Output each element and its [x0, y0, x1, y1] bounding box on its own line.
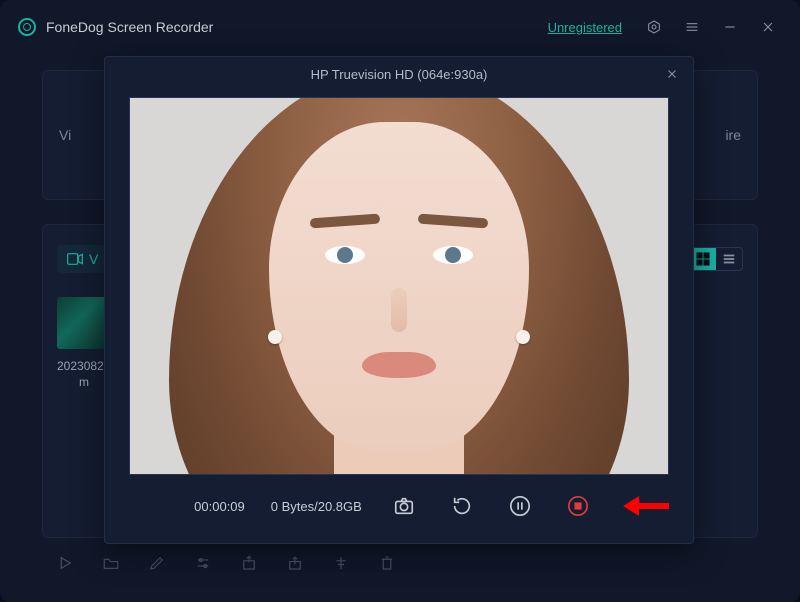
compress-icon[interactable]: [330, 552, 352, 574]
webcam-preview: [129, 97, 669, 475]
preview-eye: [433, 246, 473, 264]
modal-close-button[interactable]: [661, 63, 683, 85]
titlebar: FoneDog Screen Recorder Unregistered: [0, 0, 800, 54]
list-view-button[interactable]: [716, 248, 742, 270]
restart-icon[interactable]: [446, 490, 478, 522]
webcam-preview-modal: HP Truevision HD (064e:930a) 00:00:09 0 …: [104, 56, 694, 544]
minimize-button[interactable]: [716, 13, 744, 41]
play-icon[interactable]: [54, 552, 76, 574]
modal-titlebar: HP Truevision HD (064e:930a): [105, 57, 693, 91]
stop-button[interactable]: [562, 490, 594, 522]
size-status: 0 Bytes/20.8GB: [271, 499, 362, 514]
bottom-toolbar: [42, 546, 758, 580]
export-icon[interactable]: [238, 552, 260, 574]
menu-icon[interactable]: [678, 13, 706, 41]
panel-right-label: ire: [725, 127, 741, 143]
adjust-icon[interactable]: [192, 552, 214, 574]
preview-lips: [362, 352, 436, 378]
delete-icon[interactable]: [376, 552, 398, 574]
settings-gear-icon[interactable]: [640, 13, 668, 41]
folder-icon[interactable]: [100, 552, 122, 574]
app-logo-icon: [18, 18, 36, 36]
preview-nose: [391, 288, 407, 332]
preview-earring: [516, 330, 530, 344]
modal-title: HP Truevision HD (064e:930a): [311, 67, 488, 82]
preview-earring: [268, 330, 282, 344]
tutorial-arrow-icon: [623, 498, 673, 514]
app-window: FoneDog Screen Recorder Unregistered Vi …: [0, 0, 800, 602]
preview-face-shape: [269, 122, 529, 452]
elapsed-time: 00:00:09: [194, 499, 245, 514]
unregistered-link[interactable]: Unregistered: [548, 20, 622, 35]
pause-button[interactable]: [504, 490, 536, 522]
close-button[interactable]: [754, 13, 782, 41]
app-title: FoneDog Screen Recorder: [46, 19, 213, 35]
edit-icon[interactable]: [146, 552, 168, 574]
view-toggle: [689, 247, 743, 271]
library-tab-label: V: [89, 251, 98, 267]
recording-controls: 00:00:09 0 Bytes/20.8GB: [105, 475, 693, 537]
share-icon[interactable]: [284, 552, 306, 574]
panel-video-label: Vi: [59, 127, 71, 143]
preview-eye: [325, 246, 365, 264]
library-tab-video[interactable]: V: [57, 245, 108, 273]
snapshot-camera-icon[interactable]: [388, 490, 420, 522]
